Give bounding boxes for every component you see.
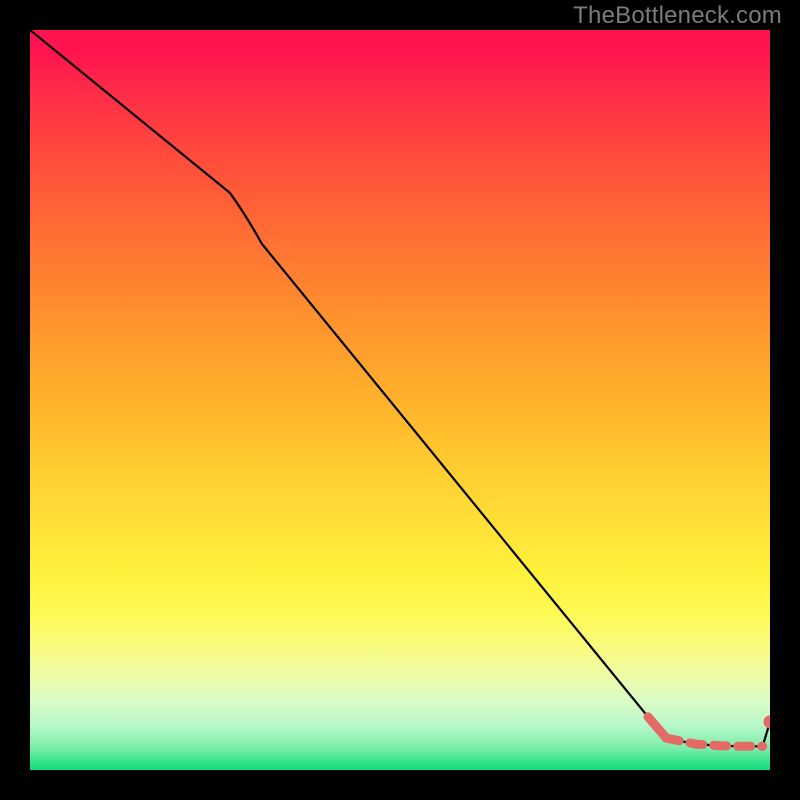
chart-svg [30, 30, 770, 770]
dashed-flat-line [666, 738, 762, 746]
plot-area [30, 30, 770, 770]
end-marker-dot [764, 715, 771, 728]
main-curve-line [30, 30, 763, 746]
chart-frame: TheBottleneck.com [0, 0, 800, 800]
watermark-text: TheBottleneck.com [573, 2, 782, 30]
